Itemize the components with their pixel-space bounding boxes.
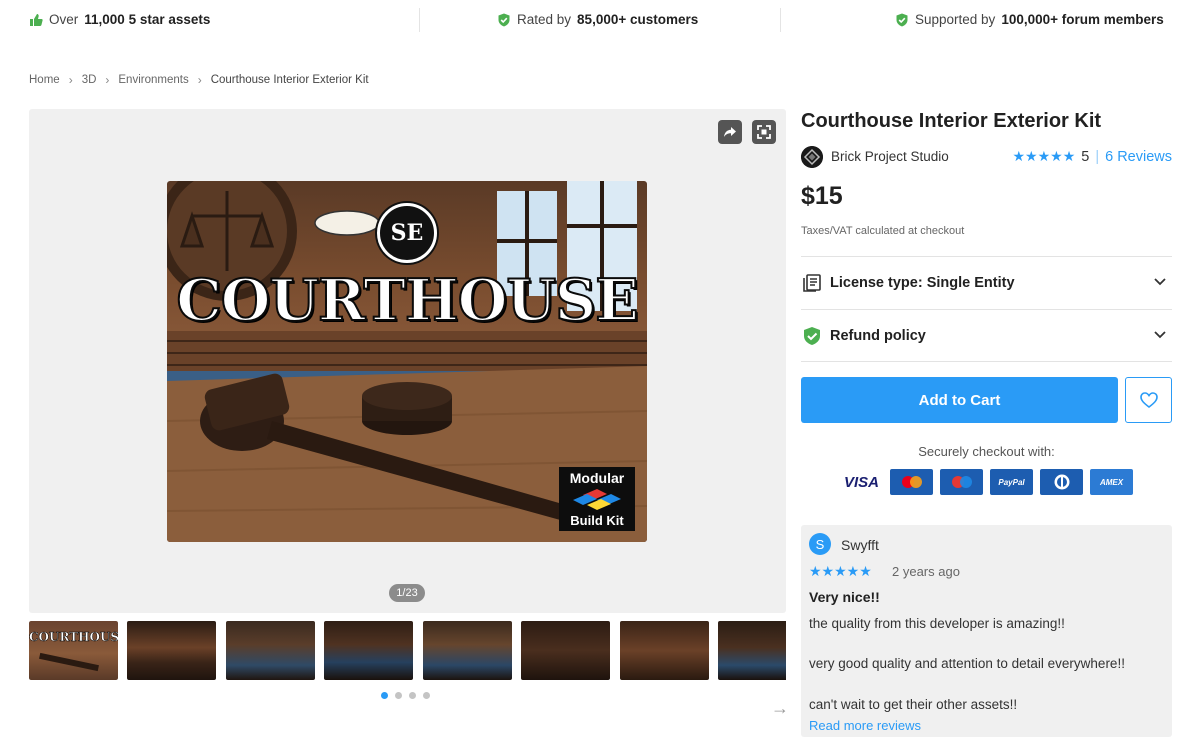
gavel-shape	[39, 652, 99, 672]
breadcrumb-environments[interactable]: Environments	[118, 74, 188, 86]
rating-separator: |	[1095, 148, 1100, 165]
badge-line2: Build Kit	[570, 513, 624, 528]
trust-rated-bold: 85,000+ customers	[577, 12, 699, 27]
chevron-right-icon: ›	[68, 73, 73, 87]
thumbnail[interactable]	[521, 621, 610, 680]
thumbnail[interactable]	[718, 621, 786, 680]
hero-title: COURTHOUSE	[175, 266, 639, 335]
check-circle-icon	[896, 13, 908, 26]
pagination-dot[interactable]	[395, 692, 402, 699]
pagination-dot[interactable]	[409, 692, 416, 699]
mastercard-icon	[890, 469, 933, 495]
maestro-icon	[940, 469, 983, 495]
trust-supported-bold: 100,000+ forum members	[1001, 12, 1164, 27]
thumbnail[interactable]	[226, 621, 315, 680]
pagination-dot[interactable]	[381, 692, 388, 699]
share-icon	[724, 127, 736, 137]
amex-icon: AMEX	[1090, 469, 1133, 495]
shield-check-icon	[804, 327, 820, 345]
review-stars-icon: ★★★★★	[809, 563, 872, 579]
review-date: 2 years ago	[892, 564, 960, 579]
wishlist-button[interactable]	[1125, 377, 1172, 423]
payment-methods: VISA PayPal AMEX	[840, 469, 1133, 495]
visa-icon: VISA	[840, 469, 883, 495]
product-title: Courthouse Interior Exterior Kit	[801, 110, 1102, 132]
breadcrumb: Home › 3D › Environments › Courthouse In…	[29, 73, 369, 87]
price: $15	[801, 182, 843, 210]
tax-note: Taxes/VAT calculated at checkout	[801, 225, 965, 237]
heart-icon	[1139, 392, 1158, 409]
share-button[interactable]	[718, 120, 742, 144]
thumbnail[interactable]	[620, 621, 709, 680]
refund-accordion[interactable]: Refund policy	[801, 309, 1172, 362]
trust-supported-prefix: Supported by	[915, 12, 996, 27]
breadcrumb-home[interactable]: Home	[29, 74, 60, 86]
trust-assets-prefix: Over	[49, 12, 79, 27]
fullscreen-icon	[757, 125, 771, 139]
trust-assets: Over 11,000 5 star assets	[29, 12, 210, 27]
license-label: License type: Single Entity	[830, 275, 1015, 291]
modular-build-kit-badge: Modular Build Kit	[559, 467, 635, 531]
thumbnail[interactable]	[423, 621, 512, 680]
arrow-right-icon[interactable]: →	[771, 698, 789, 719]
product-rating: ★★★★★ 5 | 6 Reviews	[1012, 148, 1172, 165]
divider	[780, 8, 781, 32]
paypal-icon: PayPal	[990, 469, 1033, 495]
read-more-reviews-link[interactable]: Read more reviews	[809, 718, 921, 733]
publisher-avatar[interactable]	[801, 146, 823, 168]
trust-rated-prefix: Rated by	[517, 12, 572, 27]
thumbnail[interactable]	[324, 621, 413, 680]
review-text: can't wait to get their other assets!!	[809, 697, 1018, 712]
hero-image[interactable]: SE COURTHOUSE Modular Build Kit	[167, 181, 647, 542]
chevron-right-icon: ›	[105, 73, 110, 87]
fullscreen-button[interactable]	[752, 120, 776, 144]
add-to-cart-button[interactable]: Add to Cart	[801, 377, 1118, 423]
trust-bar: Over 11,000 5 star assets Rated by 85,00…	[0, 0, 1194, 40]
breadcrumb-current[interactable]: Courthouse Interior Exterior Kit	[211, 74, 369, 86]
refund-label: Refund policy	[830, 328, 926, 344]
chevron-right-icon: ›	[197, 73, 202, 87]
license-accordion[interactable]: License type: Single Entity	[801, 256, 1172, 309]
gallery-pagination	[381, 692, 430, 699]
image-counter: 1/23	[389, 584, 425, 602]
chevron-down-icon	[1154, 278, 1166, 286]
reviewer-avatar: S	[809, 533, 831, 555]
chevron-down-icon	[1154, 331, 1166, 339]
thumbnail-strip: COURTHOUSE	[29, 621, 786, 681]
pagination-dot[interactable]	[423, 692, 430, 699]
publisher-logo-icon	[801, 146, 823, 168]
thumbs-up-icon	[30, 13, 43, 26]
trust-rated: Rated by 85,000+ customers	[497, 12, 698, 27]
thumbnail-title: COURTHOUSE	[29, 630, 118, 645]
rating-score: 5	[1081, 148, 1090, 165]
review-card: S Swyfft ★★★★★ 2 years ago Very nice!! t…	[801, 525, 1172, 737]
image-gallery: SE COURTHOUSE Modular Build Kit	[29, 109, 786, 613]
reviewer-name: Swyfft	[841, 537, 879, 553]
divider	[419, 8, 420, 32]
rating-stars-icon: ★★★★★	[1012, 148, 1076, 164]
studio-logo: SE	[377, 203, 437, 263]
secure-checkout-label: Securely checkout with:	[918, 444, 1055, 459]
thumbnail[interactable]: COURTHOUSE	[29, 621, 120, 681]
license-document-icon	[803, 274, 821, 292]
diners-icon	[1040, 469, 1083, 495]
review-title: Very nice!!	[809, 589, 880, 605]
publisher-name[interactable]: Brick Project Studio	[831, 149, 949, 164]
publisher-row: Brick Project Studio ★★★★★ 5 | 6 Reviews	[801, 146, 1172, 168]
breadcrumb-3d[interactable]: 3D	[82, 74, 97, 86]
trust-supported: Supported by 100,000+ forum members	[895, 12, 1164, 27]
reviews-link[interactable]: 6 Reviews	[1105, 149, 1172, 165]
review-text: the quality from this developer is amazi…	[809, 616, 1065, 631]
thumbnail[interactable]	[127, 621, 216, 680]
check-circle-icon	[498, 13, 510, 26]
review-text: very good quality and attention to detai…	[809, 656, 1125, 671]
trust-assets-bold: 11,000 5 star assets	[84, 12, 211, 27]
